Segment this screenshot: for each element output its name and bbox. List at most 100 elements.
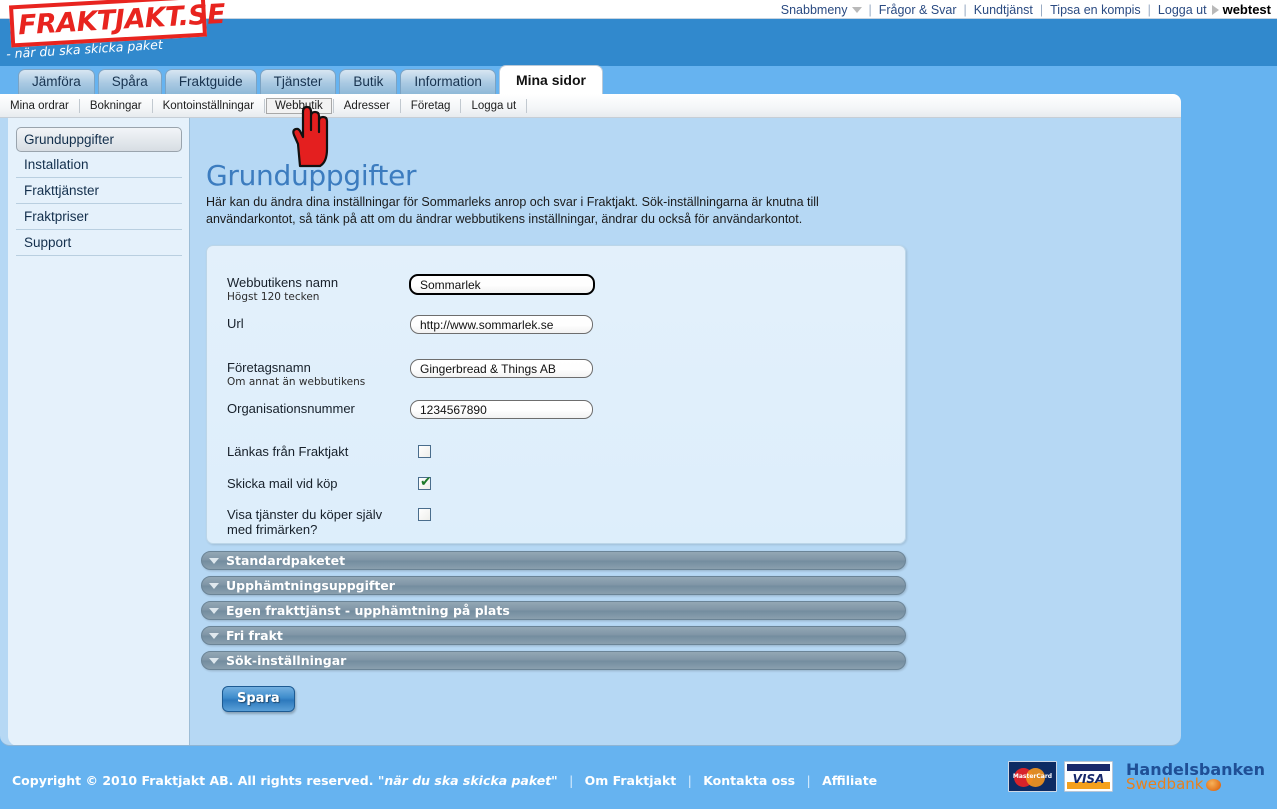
accordion-label: Egen frakttjänst - upphämtning på plats <box>226 603 510 618</box>
mastercard-label: MasterCard <box>1012 773 1053 780</box>
subnav-item-mina-ordrar[interactable]: Mina ordrar <box>1 98 78 114</box>
tab-fraktguide[interactable]: Fraktguide <box>164 69 257 94</box>
field-row-visa-tjanster-frimarken: Visa tjänster du köper själv med frimärk… <box>227 507 397 537</box>
swedbank-mark-icon <box>1206 778 1222 791</box>
subnav-separator <box>332 98 334 113</box>
page-description: Här kan du ändra dina inställningar för … <box>206 195 819 226</box>
tab-tjanster[interactable]: Tjänster <box>259 69 337 94</box>
footer-separator: | <box>806 773 811 788</box>
field-row-webbutikens-namn: Webbutikens namn Högst 120 tecken <box>227 275 338 303</box>
input-organisationsnummer[interactable] <box>410 400 593 419</box>
topnav-item-fragor-svar[interactable]: Frågor & Svar <box>878 3 958 17</box>
topnav-separator: | <box>963 3 967 17</box>
save-button[interactable]: Spara <box>222 686 295 712</box>
checkbox-visa-tjanster-frimarken[interactable] <box>418 508 431 521</box>
topnav-separator: | <box>1147 3 1151 17</box>
input-url[interactable] <box>410 315 593 334</box>
subnav-item-kontoinstallningar[interactable]: Kontoinställningar <box>154 98 263 114</box>
tab-jamfora[interactable]: Jämföra <box>18 69 95 94</box>
field-row-foretagsnamn: Företagsnamn Om annat än webbutikens <box>227 360 365 388</box>
field-row-url: Url <box>227 316 244 331</box>
page-content-frame: Grunduppgifter Installation Frakttjänste… <box>0 118 1181 746</box>
settings-form-card: Webbutikens namn Högst 120 tecken Url Fö… <box>206 245 906 544</box>
sidebar-item-fraktpriser[interactable]: Fraktpriser <box>16 204 182 230</box>
chevron-down-icon <box>209 582 219 589</box>
label-visa-tjanster-frimarken: Visa tjänster du köper själv med frimärk… <box>227 507 383 537</box>
tab-mina-sidor[interactable]: Mina sidor <box>498 65 603 94</box>
swedbank-label: Swedbank <box>1126 774 1204 793</box>
accordion-upphamtningsuppgifter[interactable]: Upphämtningsuppgifter <box>201 576 906 595</box>
chevron-down-icon[interactable] <box>852 6 863 13</box>
accordion-label: Sök-inställningar <box>226 653 347 668</box>
sidebar-menu: Grunduppgifter Installation Frakttjänste… <box>16 127 182 256</box>
label-foretagsnamn: Företagsnamn <box>227 360 311 375</box>
accordion-label: Upphämtningsuppgifter <box>226 578 395 593</box>
sidebar-panel: Grunduppgifter Installation Frakttjänste… <box>8 118 190 745</box>
sidebar-item-grunduppgifter[interactable]: Grunduppgifter <box>16 127 182 152</box>
subnav-item-foretag[interactable]: Företag <box>402 98 460 114</box>
site-logo[interactable]: FRAKTJAKT.SE - när du ska skicka paket <box>4 0 226 64</box>
footer-link-kontakta-oss[interactable]: Kontakta oss <box>703 773 795 788</box>
subnav-separator <box>264 98 266 113</box>
topnav-item-kundtjanst[interactable]: Kundtjänst <box>973 3 1034 17</box>
sidebar-item-frakttjanster[interactable]: Frakttjänster <box>16 178 182 204</box>
checkbox-lankas-fran-fraktjakt[interactable] <box>418 445 431 458</box>
tab-butik[interactable]: Butik <box>339 69 398 94</box>
sub-navigation-bar: Mina ordrar Bokningar Kontoinställningar… <box>0 94 1181 118</box>
hint-foretagsnamn: Om annat än webbutikens <box>227 376 366 388</box>
footer-slogan: "när du ska skicka paket" <box>377 773 558 788</box>
accordion-standardpaketet[interactable]: Standardpaketet <box>201 551 906 570</box>
accordion-fri-frakt[interactable]: Fri frakt <box>201 626 906 645</box>
main-tab-bar: Jämföra Spåra Fraktguide Tjänster Butik … <box>18 65 606 94</box>
label-webbutikens-namn: Webbutikens namn <box>227 275 339 290</box>
tab-information[interactable]: Information <box>400 69 496 94</box>
triangle-right-icon <box>1211 4 1219 15</box>
topnav-item-logga-ut[interactable]: Logga ut <box>1157 3 1208 17</box>
page-footer: Copyright © 2010 Fraktjakt AB. All right… <box>0 746 1277 809</box>
subnav-item-logga-ut[interactable]: Logga ut <box>462 98 525 114</box>
topnav-item-tipsa-en-kompis[interactable]: Tipsa en kompis <box>1049 3 1142 17</box>
accordion-egen-frakttjanst[interactable]: Egen frakttjänst - upphämtning på plats <box>201 601 906 620</box>
main-column: Grunduppgifter Här kan du ändra dina ins… <box>191 118 1181 745</box>
visa-icon: VISA <box>1064 761 1114 792</box>
sidebar-item-installation[interactable]: Installation <box>16 152 182 178</box>
current-username: webtest <box>1222 2 1271 17</box>
payment-logos: MasterCard VISA Handelsbanken Swedbank <box>1008 761 1265 792</box>
input-foretagsnamn[interactable] <box>410 359 593 378</box>
sidebar-item-support[interactable]: Support <box>16 230 182 256</box>
accordion-label: Standardpaketet <box>226 553 346 568</box>
chevron-down-icon <box>209 557 219 564</box>
bank-logos: Handelsbanken Swedbank <box>1126 761 1265 793</box>
top-utility-nav: Snabbmeny | Frågor & Svar | Kundtjänst | Tipsa… <box>780 0 1271 20</box>
footer-link-om-fraktjakt[interactable]: Om Fraktjakt <box>585 773 677 788</box>
subnav-separator <box>399 98 401 113</box>
footer-copyright: Copyright © 2010 Fraktjakt AB. All right… <box>12 773 374 788</box>
visa-label: VISA <box>1072 772 1105 786</box>
subnav-item-bokningar[interactable]: Bokningar <box>81 98 151 114</box>
label-url: Url <box>227 316 244 331</box>
visa-top-bar <box>1067 764 1111 771</box>
topnav-item-snabbmeny[interactable]: Snabbmeny <box>780 3 849 17</box>
subnav-separator <box>151 98 153 113</box>
subnav-separator <box>78 98 80 113</box>
tab-spara[interactable]: Spåra <box>97 69 162 94</box>
field-row-organisationsnummer: Organisationsnummer <box>227 401 355 416</box>
footer-text: Copyright © 2010 Fraktjakt AB. All right… <box>12 773 877 788</box>
subnav-item-webbutik[interactable]: Webbutik <box>266 97 332 114</box>
label-skicka-mail-vid-kop: Skicka mail vid köp <box>227 476 338 491</box>
chevron-down-icon <box>209 632 219 639</box>
swedbank-logo: Swedbank <box>1126 774 1265 793</box>
accordion-sections: Standardpaketet Upphämtningsuppgifter Eg… <box>201 551 906 676</box>
input-webbutikens-namn[interactable] <box>409 274 595 295</box>
subnav-separator <box>526 98 528 113</box>
checkbox-skicka-mail-vid-kop[interactable]: ✔ <box>418 474 432 490</box>
label-organisationsnummer: Organisationsnummer <box>227 401 355 416</box>
subnav-item-adresser[interactable]: Adresser <box>335 98 399 114</box>
accordion-sok-installningar[interactable]: Sök-inställningar <box>201 651 906 670</box>
checkmark-icon: ✔ <box>420 474 432 490</box>
hint-webbutikens-namn: Högst 120 tecken <box>227 291 320 303</box>
footer-link-affiliate[interactable]: Affiliate <box>822 773 877 788</box>
label-lankas-fran-fraktjakt: Länkas från Fraktjakt <box>227 444 349 459</box>
field-row-skicka-mail-vid-kop: Skicka mail vid köp <box>227 476 338 491</box>
topnav-separator: | <box>868 3 872 17</box>
